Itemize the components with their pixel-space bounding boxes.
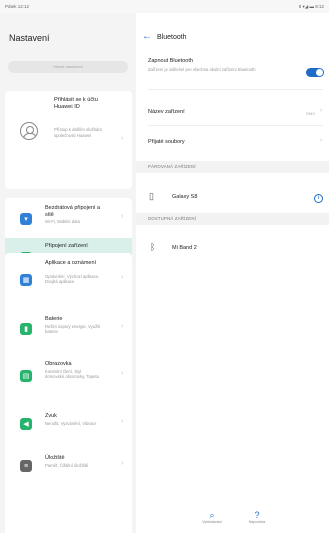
avatar bbox=[20, 122, 38, 140]
sidebar-item-battery[interactable]: ▮ Baterie Režim úspory energie, Využití … bbox=[5, 306, 132, 351]
settings-sidebar: Nastavení Hledat nastavení Přihlásit se … bbox=[0, 13, 136, 533]
status-bar: Pátek 12:12 8 ▾◢ ▬ 9:12 bbox=[0, 0, 329, 13]
battery-icon: ▮ bbox=[20, 323, 32, 335]
apps-icon: ▦ bbox=[20, 274, 32, 286]
sound-icon: ◀ bbox=[20, 418, 32, 430]
sidebar-item-wireless[interactable]: ▾ Bezdrátová připojení a sítě Wi-Fi, Mob… bbox=[5, 198, 132, 238]
chevron-right-icon: › bbox=[121, 323, 124, 330]
chevron-right-icon: › bbox=[121, 370, 124, 377]
chevron-right-icon: › bbox=[121, 418, 124, 425]
sidebar-item-subtitle: Režim úspory energie, Využití baterie bbox=[45, 324, 101, 335]
sidebar-item-apps[interactable]: ▦ Aplikace a oznámení Oprávnění, Výchozí… bbox=[5, 256, 132, 306]
sidebar-item-subtitle: Oprávnění, Výchozí aplikace, Dvojitá apl… bbox=[45, 274, 100, 285]
chevron-right-icon: › bbox=[121, 274, 124, 281]
bluetooth-panel: ← Bluetooth Zapnout Bluetooth Zařízení j… bbox=[136, 13, 329, 533]
bluetooth-toggle[interactable] bbox=[306, 68, 324, 77]
sidebar-item-subtitle: Kontrolní čtení, Styl domovské obrazovky… bbox=[45, 369, 99, 380]
paired-devices-header: PÁROVANÁ ZAŘÍZENÍ bbox=[136, 161, 329, 173]
search-button-label: Vyhledávání bbox=[202, 520, 222, 524]
chevron-right-icon: › bbox=[121, 135, 124, 142]
bluetooth-toggle-description: Zařízení je viditelné pro všechna okolní… bbox=[148, 67, 256, 72]
sidebar-item-storage[interactable]: ≡ Úložiště Paměť, Čištění úložiště › bbox=[5, 445, 132, 487]
chevron-right-icon: › bbox=[320, 137, 323, 144]
sidebar-item-title: Připojení zařízení bbox=[45, 243, 88, 249]
status-indicators: 8 ▾◢ ▬ 9:12 bbox=[298, 3, 324, 9]
paired-device-name[interactable]: Galaxy S8 bbox=[172, 194, 197, 200]
available-device-name[interactable]: Mi Band 2 bbox=[172, 245, 197, 251]
bluetooth-toggle-label: Zapnout Bluetooth bbox=[148, 58, 193, 64]
search-button[interactable]: ⌕ Vyhledávání bbox=[197, 510, 227, 524]
chevron-right-icon: › bbox=[320, 107, 323, 114]
sidebar-item-subtitle: Nerušit, Vyzvánění, Vibrace bbox=[45, 421, 97, 426]
search-icon: ⌕ bbox=[209, 510, 215, 520]
search-input[interactable]: Hledat nastavení bbox=[8, 61, 128, 73]
divider bbox=[148, 89, 323, 90]
help-icon: ? bbox=[254, 510, 260, 520]
account-title: Přihlásit se k účtu Huawei ID bbox=[54, 97, 98, 110]
chevron-right-icon: › bbox=[121, 213, 124, 220]
divider bbox=[148, 125, 323, 126]
account-card[interactable]: Přihlásit se k účtu Huawei ID Přístup k … bbox=[5, 91, 132, 189]
chevron-right-icon: › bbox=[121, 460, 124, 467]
page-title: Nastavení bbox=[9, 33, 50, 43]
help-button-label: Nápověda bbox=[248, 520, 266, 524]
status-time: Pátek 12:12 bbox=[5, 4, 30, 9]
info-icon[interactable]: i bbox=[314, 194, 323, 203]
sidebar-item-subtitle: Wi-Fi, Mobilní data bbox=[45, 219, 80, 224]
menu-group-system: ▦ Aplikace a oznámení Oprávnění, Výchozí… bbox=[5, 253, 132, 533]
sidebar-item-title: Obrazovka bbox=[45, 361, 72, 367]
account-subtitle: Přístup k dalším službám společnosti Hua… bbox=[54, 127, 102, 138]
back-arrow-icon[interactable]: ← bbox=[142, 31, 152, 42]
phone-icon: ▯ bbox=[149, 191, 154, 201]
bluetooth-icon: ᛒ bbox=[150, 242, 156, 252]
wireless-icon: ▾ bbox=[20, 213, 32, 225]
help-button[interactable]: ? Nápověda bbox=[242, 510, 272, 524]
storage-icon: ≡ bbox=[20, 460, 32, 472]
sidebar-item-title: Úložiště bbox=[45, 455, 65, 461]
sidebar-item-title: Aplikace a oznámení bbox=[45, 260, 97, 266]
device-name-label[interactable]: Název zařízení bbox=[148, 109, 185, 115]
sidebar-item-sound[interactable]: ◀ Zvuk Nerušit, Vyzvánění, Vibrace › bbox=[5, 403, 132, 445]
sidebar-item-title: Zvuk bbox=[45, 413, 57, 419]
sidebar-item-title: Bezdrátová připojení a sítě bbox=[45, 205, 101, 218]
sidebar-item-title: Baterie bbox=[45, 316, 63, 322]
received-files-label[interactable]: Přijaté soubory bbox=[148, 139, 185, 145]
sidebar-item-display[interactable]: ▤ Obrazovka Kontrolní čtení, Styl domovs… bbox=[5, 351, 132, 403]
available-devices-header: DOSTUPNÁ ZAŘÍZENÍ bbox=[136, 213, 329, 225]
panel-title: Bluetooth bbox=[157, 34, 187, 41]
sidebar-item-subtitle: Paměť, Čištění úložiště bbox=[45, 463, 89, 468]
display-icon: ▤ bbox=[20, 370, 32, 382]
device-name-value: EMV bbox=[306, 111, 315, 116]
